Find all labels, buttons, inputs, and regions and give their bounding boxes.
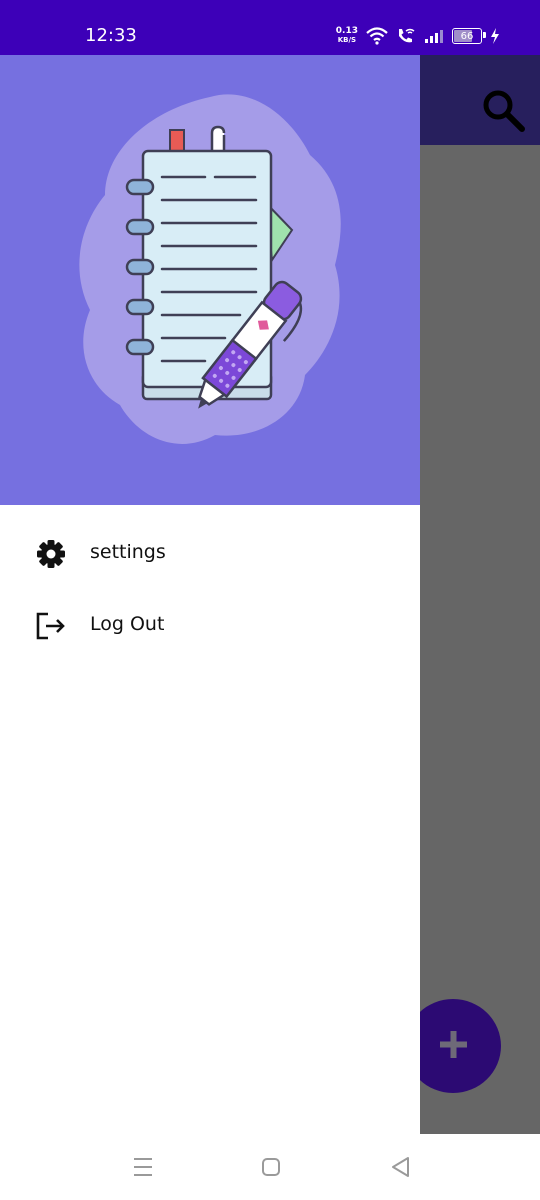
navigation-drawer: settings Log Out: [0, 55, 420, 1134]
drawer-header: [0, 55, 420, 505]
status-bar: 12:33 0.13 KB/S 66: [0, 0, 540, 55]
battery-level: 66: [460, 30, 474, 42]
home-icon[interactable]: [258, 1154, 284, 1180]
net-speed-unit: KB/S: [337, 36, 357, 44]
charging-icon: [491, 28, 499, 44]
drawer-item-label: settings: [90, 541, 166, 563]
plus-icon: [440, 1031, 467, 1058]
gear-icon: [37, 540, 65, 568]
drawer-item-logout[interactable]: Log Out: [0, 597, 420, 653]
notebook-illustration: [79, 94, 341, 444]
status-time: 12:33: [85, 25, 137, 46]
status-icons: 0.13 KB/S 66: [336, 24, 500, 48]
logout-icon: [36, 612, 65, 640]
drawer-item-label: Log Out: [90, 613, 165, 635]
search-icon[interactable]: [478, 85, 528, 135]
menu-icon[interactable]: [130, 1154, 156, 1180]
network-speed: 0.13 KB/S: [336, 27, 358, 45]
drawer-item-settings[interactable]: settings: [0, 525, 420, 581]
wifi-icon: [366, 27, 388, 45]
system-nav-bar: [0, 1134, 540, 1200]
signal-icon: [425, 30, 443, 43]
back-icon[interactable]: [388, 1154, 414, 1180]
battery-icon: 66: [452, 28, 486, 44]
wifi-call-icon: [399, 28, 415, 43]
net-speed-value: 0.13: [335, 26, 358, 36]
